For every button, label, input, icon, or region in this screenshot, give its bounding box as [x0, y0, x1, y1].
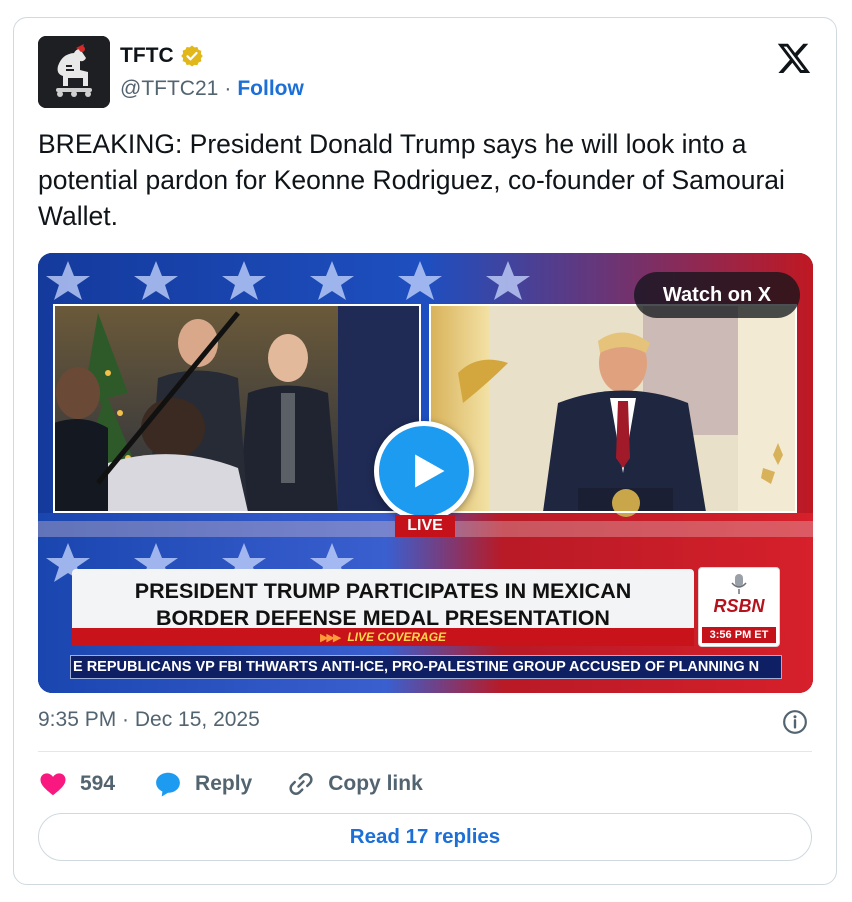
network-name: RSBN [713, 596, 765, 616]
display-name[interactable]: TFTC [120, 44, 174, 68]
x-logo-icon[interactable] [776, 40, 812, 76]
play-icon [415, 454, 445, 488]
tweet-embed-card: TFTC @TFTC21 · Follow BREAKING: Presiden… [13, 17, 837, 885]
microphone-icon [731, 574, 747, 594]
like-count: 594 [80, 772, 116, 795]
video-player[interactable]: Watch on X LIVE PRESIDENT TRUMP PARTICIP… [38, 253, 813, 693]
heart-icon [40, 773, 66, 796]
divider [38, 751, 812, 752]
copy-link-button[interactable]: Copy link [286, 769, 423, 799]
link-icon [289, 773, 313, 795]
reply-label: Reply [195, 772, 253, 795]
network-logo-box: RSBN 3:56 PM ET [698, 567, 780, 647]
follow-link[interactable]: Follow [237, 77, 304, 101]
reply-button[interactable]: Reply [153, 769, 252, 799]
live-tag: LIVE [395, 515, 455, 537]
broadcast-time: 3:56 PM ET [702, 627, 776, 643]
tweet-timestamp[interactable]: 9:35 PM · Dec 15, 2025 [38, 708, 260, 732]
author-name-row: TFTC [120, 44, 204, 68]
reply-bubble-icon [156, 772, 180, 797]
watch-on-x-button[interactable]: Watch on X [634, 272, 800, 318]
verified-badge-icon [180, 45, 203, 67]
handle[interactable]: @TFTC21 [120, 77, 218, 101]
read-replies-button[interactable]: Read 17 replies [38, 813, 812, 861]
action-bar: 594 Reply Copy link [38, 768, 423, 800]
news-ticker: E REPUBLICANS VP FBI THWARTS ANTI-ICE, P… [70, 655, 782, 679]
avatar-image [38, 36, 110, 108]
live-coverage-bar: ▶▶▶ LIVE COVERAGE [72, 628, 694, 646]
ticker-text: E REPUBLICANS VP FBI THWARTS ANTI-ICE, P… [73, 659, 760, 675]
avatar[interactable] [38, 36, 110, 108]
coverage-arrows-icon: ▶▶▶ [319, 631, 341, 644]
live-coverage-label: LIVE COVERAGE [347, 630, 447, 644]
copy-link-label: Copy link [328, 772, 423, 795]
tweet-text: BREAKING: President Donald Trump says he… [38, 129, 785, 231]
like-button[interactable]: 594 [38, 769, 115, 799]
info-icon[interactable] [782, 709, 808, 735]
play-button[interactable] [374, 421, 474, 521]
separator-dot: · [224, 77, 232, 100]
handle-row: @TFTC21 · Follow [120, 77, 304, 101]
headline-line-1: PRESIDENT TRUMP PARTICIPATES IN MEXICAN [134, 579, 632, 603]
